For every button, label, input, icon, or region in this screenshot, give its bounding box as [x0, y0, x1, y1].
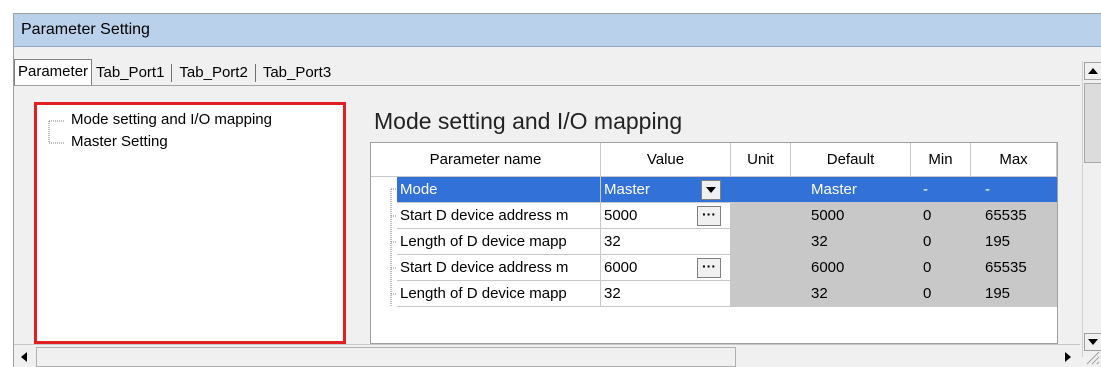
tree-panel[interactable]: Mode setting and I/O mapping Master Sett…: [34, 102, 346, 344]
scroll-right-button[interactable]: [1058, 347, 1078, 367]
header-min[interactable]: Min: [911, 143, 971, 177]
horizontal-scroll-thumb[interactable]: [36, 347, 736, 367]
cell-parameter-name: Mode: [397, 177, 601, 203]
resize-grip-icon[interactable]: [1084, 349, 1100, 365]
cell-unit: [731, 177, 791, 203]
cell-max: 65535: [971, 203, 1057, 229]
parameter-grid: Parameter name Value Unit Default Min Ma…: [370, 142, 1058, 344]
grid-row-start-d-address-2[interactable]: Start D device address m 6000 ··· 6000 0…: [371, 255, 1057, 281]
tree-item-mode-setting[interactable]: Mode setting and I/O mapping: [71, 111, 272, 128]
cell-parameter-name: Length of D device mapp: [397, 281, 601, 307]
grid-row-start-d-address-1[interactable]: Start D device address m 5000 ··· 5000 0…: [371, 203, 1057, 229]
tab-port3[interactable]: Tab_Port3: [259, 61, 335, 85]
title-bar: Parameter Setting: [14, 14, 1101, 47]
cell-value-text: 6000: [604, 259, 638, 276]
cell-max: 65535: [971, 255, 1057, 281]
cell-parameter-name: Length of D device mapp: [397, 229, 601, 255]
cell-min: 0: [911, 281, 971, 307]
header-value[interactable]: Value: [601, 143, 731, 177]
header-default[interactable]: Default: [791, 143, 911, 177]
window-title: Parameter Setting: [21, 21, 150, 38]
cell-default: 5000: [791, 203, 911, 229]
cell-unit: [731, 255, 791, 281]
cell-default: 32: [791, 229, 911, 255]
cell-value[interactable]: 6000 ···: [601, 255, 731, 281]
vertical-scroll-thumb[interactable]: [1084, 83, 1101, 163]
cell-min: -: [911, 177, 971, 203]
chevron-down-icon: [706, 187, 716, 193]
tab-port1[interactable]: Tab_Port1: [92, 61, 168, 85]
cell-default: Master: [791, 177, 911, 203]
dropdown-button[interactable]: [701, 180, 721, 200]
tab-strip: Parameter Tab_Port1 Tab_Port2 Tab_Port3: [14, 59, 335, 85]
tab-separator: [171, 64, 173, 82]
cell-unit: [731, 281, 791, 307]
ellipsis-button[interactable]: ···: [697, 206, 721, 226]
tab-parameter[interactable]: Parameter: [14, 59, 93, 85]
horizontal-scrollbar[interactable]: [14, 344, 1080, 367]
cell-unit: [731, 229, 791, 255]
arrow-down-icon: [1088, 339, 1098, 345]
content-area: Mode setting and I/O mapping Master Sett…: [14, 85, 1080, 344]
tree-connector-lines: [48, 120, 65, 144]
cell-max: 195: [971, 281, 1057, 307]
arrow-right-icon: [1065, 352, 1071, 362]
arrow-up-icon: [1088, 68, 1098, 74]
cell-parameter-name: Start D device address m: [397, 203, 601, 229]
cell-min: 0: [911, 203, 971, 229]
cell-min: 0: [911, 255, 971, 281]
cell-default: 6000: [791, 255, 911, 281]
parameter-setting-window: Parameter Setting Parameter Tab_Port1 Ta…: [13, 13, 1101, 367]
cell-value-text: 5000: [604, 207, 638, 224]
header-unit[interactable]: Unit: [731, 143, 791, 177]
cell-value[interactable]: 32: [601, 281, 731, 307]
tree-item-master-setting[interactable]: Master Setting: [71, 133, 168, 150]
header-parameter-name[interactable]: Parameter name: [371, 143, 601, 177]
vertical-scrollbar[interactable]: [1082, 61, 1101, 357]
arrow-left-icon: [21, 352, 27, 362]
cell-parameter-name: Start D device address m: [397, 255, 601, 281]
cell-default: 32: [791, 281, 911, 307]
cell-max: -: [971, 177, 1057, 203]
tab-port2[interactable]: Tab_Port2: [175, 61, 251, 85]
scroll-up-button[interactable]: [1084, 62, 1101, 80]
grid-row-mode[interactable]: Mode Master Master - -: [371, 177, 1057, 203]
grid-row-length-d-mapping-2[interactable]: Length of D device mapp 32 32 0 195: [371, 281, 1057, 307]
cell-unit: [731, 203, 791, 229]
cell-value[interactable]: Master: [601, 177, 731, 203]
header-max[interactable]: Max: [971, 143, 1057, 177]
grid-header: Parameter name Value Unit Default Min Ma…: [371, 143, 1057, 177]
section-title: Mode setting and I/O mapping: [374, 108, 683, 134]
cell-value-text: Master: [604, 181, 650, 198]
cell-min: 0: [911, 229, 971, 255]
grid-row-length-d-mapping-1[interactable]: Length of D device mapp 32 32 0 195: [371, 229, 1057, 255]
ellipsis-button[interactable]: ···: [697, 258, 721, 278]
tab-separator: [254, 64, 256, 82]
scroll-left-button[interactable]: [14, 347, 34, 367]
cell-value[interactable]: 5000 ···: [601, 203, 731, 229]
cell-value[interactable]: 32: [601, 229, 731, 255]
cell-max: 195: [971, 229, 1057, 255]
